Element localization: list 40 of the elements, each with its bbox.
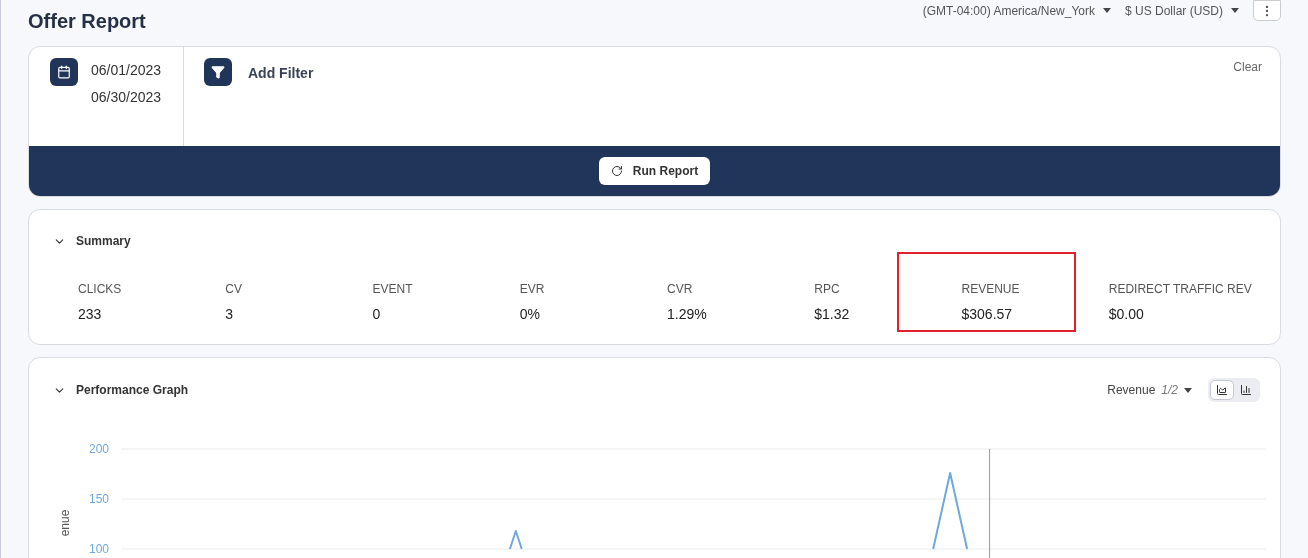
metric-value: $306.57 xyxy=(961,305,1014,324)
y-tick-label: 100 xyxy=(88,542,109,556)
start-date[interactable]: 06/01/2023 xyxy=(91,60,162,81)
summary-toggle[interactable]: Summary xyxy=(53,232,131,250)
metric-label: REVENUE xyxy=(961,281,1021,298)
metric-value: 233 xyxy=(78,305,103,324)
currency-select[interactable]: $ US Dollar (USD) xyxy=(1125,1,1239,20)
metric-value: $1.32 xyxy=(814,305,851,324)
line-chart-button[interactable] xyxy=(1210,380,1234,400)
add-filter-button[interactable]: Add Filter xyxy=(248,63,314,84)
metric-value: 3 xyxy=(225,305,235,324)
filter-icon[interactable] xyxy=(204,58,232,86)
y-axis-label: enue xyxy=(58,509,72,537)
metric-label: EVR xyxy=(519,281,546,298)
graph-toggle[interactable]: Performance Graph xyxy=(53,381,189,399)
bar-chart-icon xyxy=(1240,384,1252,396)
metric-label: CV xyxy=(225,281,243,298)
metric-value: $0.00 xyxy=(1108,305,1145,324)
metric-label: CLICKS xyxy=(78,281,123,298)
end-date[interactable]: 06/30/2023 xyxy=(91,87,162,108)
y-tick-label: 150 xyxy=(88,492,109,506)
metric-select[interactable]: Revenue 1/2 xyxy=(1107,381,1192,399)
metric-label: CVR xyxy=(667,281,694,298)
metric-value: 0 xyxy=(372,305,382,324)
metric-label: REDIRECT TRAFFIC REV xyxy=(1108,281,1253,298)
page-title: Offer Report xyxy=(28,9,146,34)
metric-label: EVENT xyxy=(372,281,414,298)
metric-label: RPC xyxy=(814,281,841,298)
metric-value: 0% xyxy=(519,305,541,324)
metric-value: 1.29% xyxy=(667,305,708,324)
y-tick-label: 200 xyxy=(88,442,109,456)
caret-icon xyxy=(1231,8,1239,13)
refresh-icon xyxy=(610,165,623,177)
area-chart-icon xyxy=(1216,384,1228,396)
caret-icon xyxy=(1103,8,1111,13)
clear-link[interactable]: Clear xyxy=(1233,58,1262,76)
caret-icon xyxy=(1184,387,1192,393)
calendar-icon[interactable] xyxy=(50,58,78,86)
timezone-select[interactable]: (GMT-04:00) America/New_York xyxy=(922,1,1111,20)
run-report-button[interactable]: Run Report xyxy=(598,157,711,185)
